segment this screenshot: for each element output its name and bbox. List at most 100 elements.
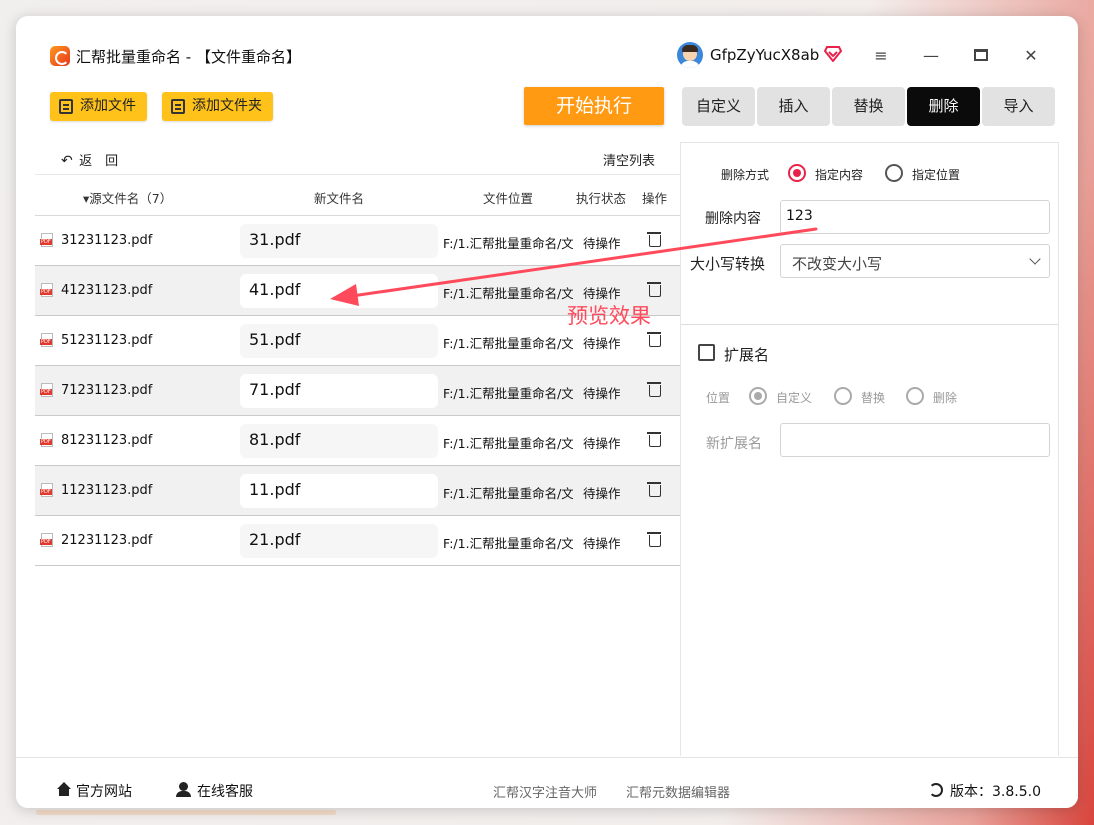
file-location: F:/1.汇帮批量重命名/文件 [443, 486, 573, 501]
file-location: F:/1.汇帮批量重命名/文件 [443, 536, 573, 551]
table-row[interactable]: 11231123.pdf 11.pdf F:/1.汇帮批量重命名/文件 待操作 [35, 466, 680, 516]
new-filename: 41.pdf [249, 280, 301, 299]
case-convert-label: 大小写转换 [690, 255, 766, 273]
tab-import[interactable]: 导入 [982, 87, 1055, 126]
table-row[interactable]: 21231123.pdf 21.pdf F:/1.汇帮批量重命名/文件 待操作 [35, 516, 680, 566]
tab-custom[interactable]: 自定义 [682, 87, 755, 126]
clear-list-button[interactable]: 清空列表 [603, 150, 655, 169]
radio-specified-content-label[interactable]: 指定内容 [815, 166, 863, 183]
pdf-file-icon [40, 333, 53, 347]
delete-settings-panel: 删除方式 指定内容 指定位置 删除内容 123 大小写转换 不改变大小写 扩展名… [680, 142, 1059, 756]
back-button[interactable]: ↶ 返 回 [61, 150, 118, 169]
table-header: ▾源文件名（7） 新文件名 文件位置 执行状态 操作 [35, 174, 680, 216]
header-source[interactable]: ▾源文件名（7） [83, 188, 172, 207]
delete-mode-label: 删除方式 [721, 168, 770, 182]
radio-ext-replace-label: 替换 [861, 391, 886, 405]
header-new-name: 新文件名 [314, 191, 365, 206]
trash-icon[interactable] [647, 231, 661, 247]
back-arrow-icon: ↶ [61, 153, 73, 169]
add-folder-icon [171, 99, 185, 114]
header-status: 执行状态 [576, 191, 627, 206]
trash-icon[interactable] [647, 481, 661, 497]
trash-icon[interactable] [647, 331, 661, 347]
username[interactable]: GfpZyYucX8ab [710, 46, 819, 64]
pinyin-tool-link[interactable]: 汇帮汉字注音大师 [493, 782, 597, 801]
source-filename: 31231123.pdf [61, 233, 153, 248]
source-filename: 51231123.pdf [61, 333, 153, 348]
status-text: 待操作 [583, 336, 621, 351]
delete-content-input[interactable]: 123 [780, 200, 1050, 234]
source-filename: 11231123.pdf [61, 483, 153, 498]
metadata-editor-link[interactable]: 汇帮元数据编辑器 [626, 782, 730, 801]
file-list-panel: ↶ 返 回 清空列表 ▾源文件名（7） 新文件名 文件位置 执行状态 操作 31… [35, 140, 680, 756]
table-row[interactable]: 81231123.pdf 81.pdf F:/1.汇帮批量重命名/文件 待操作 [35, 416, 680, 466]
extension-position-label: 位置 [706, 391, 731, 405]
footer-bar: 官方网站 在线客服 汇帮汉字注音大师 汇帮元数据编辑器 版本：3.8.5.0 [16, 757, 1078, 808]
radio-specified-position-label[interactable]: 指定位置 [912, 166, 960, 183]
radio-ext-custom[interactable] [749, 387, 767, 405]
header-location: 文件位置 [483, 191, 534, 206]
status-text: 待操作 [583, 386, 621, 401]
new-filename: 11.pdf [249, 480, 301, 499]
minimize-icon[interactable]: — [921, 46, 941, 65]
new-filename: 71.pdf [249, 380, 301, 399]
trash-icon[interactable] [647, 281, 661, 297]
tab-replace[interactable]: 替换 [832, 87, 905, 126]
file-location: F:/1.汇帮批量重命名/文件 [443, 436, 573, 451]
status-text: 待操作 [583, 486, 621, 501]
new-filename: 21.pdf [249, 530, 301, 549]
trash-icon[interactable] [647, 431, 661, 447]
delete-content-value: 123 [786, 208, 813, 224]
vip-diamond-icon[interactable] [824, 46, 842, 62]
pdf-file-icon [40, 433, 53, 447]
file-location: F:/1.汇帮批量重命名/文件 [443, 336, 573, 351]
pdf-file-icon [40, 533, 53, 547]
trash-icon[interactable] [647, 531, 661, 547]
header-action: 操作 [642, 191, 668, 206]
source-filename: 41231123.pdf [61, 283, 153, 298]
radio-ext-delete[interactable] [906, 387, 924, 405]
new-extension-label: 新扩展名 [706, 436, 762, 452]
table-row[interactable]: 71231123.pdf 71.pdf F:/1.汇帮批量重命名/文件 待操作 [35, 366, 680, 416]
official-website-link[interactable]: 官方网站 [76, 781, 132, 801]
version-text: 版本：3.8.5.0 [950, 784, 1041, 800]
add-file-button[interactable]: 添加文件 [50, 92, 147, 121]
close-icon[interactable]: ✕ [1021, 46, 1041, 65]
add-file-label: 添加文件 [80, 98, 136, 114]
maximize-icon[interactable] [971, 46, 991, 65]
start-button[interactable]: 开始执行 [524, 87, 664, 125]
file-location: F:/1.汇帮批量重命名/文件 [443, 236, 573, 251]
back-label: 返 回 [79, 154, 119, 169]
file-location: F:/1.汇帮批量重命名/文件 [443, 386, 573, 401]
source-filename: 21231123.pdf [61, 533, 153, 548]
radio-ext-delete-label: 删除 [933, 391, 958, 405]
radio-ext-custom-label: 自定义 [776, 391, 813, 405]
extension-checkbox[interactable] [698, 344, 715, 361]
status-text: 待操作 [583, 436, 621, 451]
case-convert-value: 不改变大小写 [792, 255, 883, 273]
new-extension-input[interactable] [780, 423, 1050, 457]
trash-icon[interactable] [647, 381, 661, 397]
radio-specified-content[interactable] [788, 164, 806, 182]
radio-specified-position[interactable] [885, 164, 903, 182]
pdf-file-icon [40, 283, 53, 297]
refresh-icon[interactable] [929, 783, 943, 797]
new-filename: 51.pdf [249, 330, 301, 349]
online-support-link[interactable]: 在线客服 [197, 781, 253, 801]
radio-ext-replace[interactable] [834, 387, 852, 405]
add-folder-button[interactable]: 添加文件夹 [162, 92, 273, 121]
status-text: 待操作 [583, 536, 621, 551]
annotation-label: 预览效果 [567, 304, 651, 328]
menu-icon[interactable]: ≡ [871, 46, 891, 65]
tab-insert[interactable]: 插入 [757, 87, 830, 126]
table-row[interactable]: 31231123.pdf 31.pdf F:/1.汇帮批量重命名/文件 待操作 [35, 216, 680, 266]
extension-label[interactable]: 扩展名 [724, 344, 769, 365]
tab-delete[interactable]: 删除 [907, 87, 980, 126]
file-location: F:/1.汇帮批量重命名/文件 [443, 286, 573, 301]
user-avatar-icon[interactable] [677, 42, 703, 68]
section-divider [681, 324, 1059, 325]
new-filename: 81.pdf [249, 430, 301, 449]
home-icon [56, 782, 72, 796]
case-convert-select[interactable]: 不改变大小写 [780, 244, 1050, 278]
status-text: 待操作 [583, 236, 621, 251]
